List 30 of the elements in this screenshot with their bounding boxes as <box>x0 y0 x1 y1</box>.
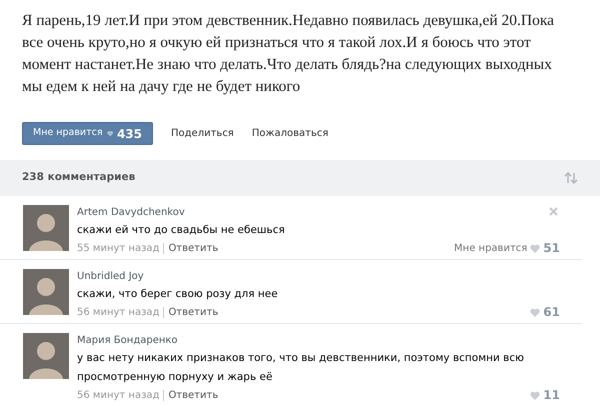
avatar-icon[interactable] <box>23 333 69 379</box>
comment-text: скажи, что берег свою розу для нее <box>77 287 279 302</box>
reply-link[interactable]: Ответить <box>168 307 218 318</box>
sort-icon[interactable] <box>564 172 578 184</box>
avatar-icon[interactable] <box>23 205 69 251</box>
comment-time: 56 минут назад <box>77 390 160 401</box>
close-icon[interactable] <box>549 207 558 216</box>
heart-icon <box>530 308 540 317</box>
like-label[interactable]: Мне нравится <box>454 240 528 257</box>
comment-text: у вас нету никаких признаков того, что вы девственники, поэтому вспомни всю просмотренную порнуху и жарь её <box>77 351 525 385</box>
reply-link[interactable]: Ответить <box>168 243 218 254</box>
like-count: 61 <box>543 304 560 321</box>
author-name[interactable]: Unbridled Joy <box>77 269 560 285</box>
post-text: Я парень,19 лет.И при этом девственник.Недавно появилась девушка,ей 20.Пока все очень круто,но я очкую ей признаться что я такой лох.И я боюсь что этот момент настанет.Не знаю что делать.Что делать блядь?на следующих выходных мы едем к ней на дачу где не будет никого <box>21 11 556 97</box>
heart-icon <box>530 244 540 253</box>
author-name[interactable]: Мария Бондаренко <box>77 333 560 349</box>
comment-text: скажи ей что до свадьбы не ебешься <box>77 223 286 238</box>
avatar-icon[interactable] <box>23 269 69 315</box>
comment-time: 55 минут назад <box>77 243 160 254</box>
reply-link[interactable]: Ответить <box>168 390 218 401</box>
comments-count: 238 комментариев <box>22 170 136 186</box>
heart-icon <box>106 129 113 138</box>
like-count: 51 <box>543 240 560 257</box>
like-count: 11 <box>543 387 560 404</box>
report-link[interactable]: Пожаловаться <box>252 126 328 141</box>
share-link[interactable]: Поделиться <box>171 126 234 141</box>
author-name[interactable]: Artem Davydchenkov <box>77 205 560 221</box>
comment-time: 56 минут назад <box>77 307 160 318</box>
heart-icon <box>530 391 540 400</box>
like-button[interactable]: Мне нравится 435 <box>22 122 153 145</box>
